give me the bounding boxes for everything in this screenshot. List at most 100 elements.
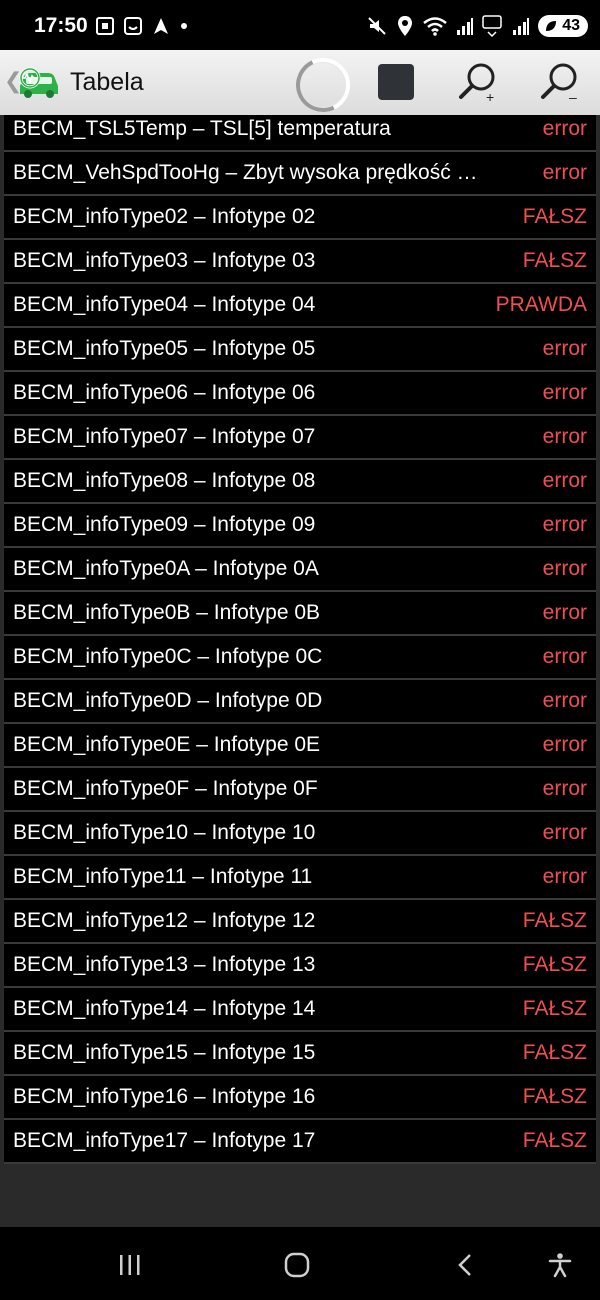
- table-row[interactable]: BECM_VehSpdTooHg – Zbyt wysoka prędkość …: [4, 152, 596, 196]
- row-value: error: [542, 601, 587, 624]
- location-icon: [398, 16, 413, 36]
- dot-icon: [181, 23, 187, 29]
- battery-level: 43: [562, 17, 580, 34]
- row-label: BECM_infoType17 – Infotype 17: [13, 1129, 316, 1152]
- mute-icon: [368, 17, 386, 35]
- zoom-out-icon[interactable]: –: [538, 60, 582, 104]
- table-row[interactable]: BECM_infoType14 – Infotype 14 FAŁSZ: [4, 988, 596, 1032]
- navigation-bar: [0, 1227, 600, 1300]
- row-value: error: [542, 865, 587, 888]
- table-row[interactable]: BECM_infoType04 – Infotype 04 PRAWDA: [4, 284, 596, 328]
- status-right-icons: 43: [366, 12, 588, 40]
- wifi-icon: [423, 17, 447, 36]
- row-value: error: [542, 689, 587, 712]
- recent-apps-icon[interactable]: [110, 1245, 150, 1285]
- table-row[interactable]: BECM_infoType15 – Infotype 15 FAŁSZ: [4, 1032, 596, 1076]
- row-value: error: [542, 381, 587, 404]
- row-value: error: [542, 117, 587, 140]
- table-row[interactable]: BECM_infoType16 – Infotype 16 FAŁSZ: [4, 1076, 596, 1120]
- app-bar: ❮ Tabela + –: [0, 50, 600, 120]
- row-label: BECM_TSL5Temp – TSL[5] temperatura: [13, 117, 391, 140]
- accessibility-icon[interactable]: [540, 1245, 580, 1285]
- table-row[interactable]: BECM_infoType03 – Infotype 03 FAŁSZ: [4, 240, 596, 284]
- row-label: BECM_infoType08 – Infotype 08: [13, 469, 316, 492]
- data-table-body: BECM_TSL5Temp – TSL[5] temperatura error B…: [0, 115, 600, 1164]
- 5g-icon: [482, 15, 502, 37]
- screenshot-icon: [96, 17, 114, 35]
- table-row[interactable]: BECM_infoType07 – Infotype 07 error: [4, 416, 596, 460]
- home-icon[interactable]: [277, 1245, 317, 1285]
- row-label: BECM_infoType13 – Infotype 13: [13, 953, 316, 976]
- row-label: BECM_infoType03 – Infotype 03: [13, 249, 316, 272]
- leaf-icon: [546, 21, 557, 31]
- row-value: FAŁSZ: [522, 1041, 587, 1064]
- row-label: BECM_infoType0B – Infotype 0B: [13, 601, 321, 624]
- battery-icon: 43: [538, 15, 588, 37]
- table-row[interactable]: BECM_infoType09 – Infotype 09 error: [4, 504, 596, 548]
- row-value: FAŁSZ: [522, 1129, 587, 1152]
- row-value: error: [542, 821, 587, 844]
- status-left-icons: [95, 14, 189, 38]
- table-row[interactable]: BECM_infoType11 – Infotype 11 error: [4, 856, 596, 900]
- row-value: FAŁSZ: [522, 997, 587, 1020]
- face-icon: [124, 17, 142, 35]
- row-label: BECM_infoType07 – Infotype 07: [13, 425, 316, 448]
- table-row[interactable]: BECM_infoType06 – Infotype 06 error: [4, 372, 596, 416]
- status-time: 17:50: [34, 14, 88, 37]
- table-row[interactable]: BECM_infoType0C – Infotype 0C error: [4, 636, 596, 680]
- table-row[interactable]: BECM_infoType02 – Infotype 02 FAŁSZ: [4, 196, 596, 240]
- status-bar: 17:50 43: [0, 0, 600, 50]
- row-label: BECM_infoType14 – Infotype 14: [13, 997, 316, 1020]
- row-value: error: [542, 513, 587, 536]
- row-label: BECM_infoType0A – Infotype 0A: [13, 557, 319, 580]
- table-row[interactable]: BECM_infoType0A – Infotype 0A error: [4, 548, 596, 592]
- row-label: BECM_infoType06 – Infotype 06: [13, 381, 316, 404]
- table-row[interactable]: BECM_infoType08 – Infotype 08 error: [4, 460, 596, 504]
- row-value: error: [542, 733, 587, 756]
- row-label: BECM_infoType16 – Infotype 16: [13, 1085, 316, 1108]
- data-table[interactable]: BECM_TSL5Temp – TSL[5] temperatura error B…: [0, 115, 600, 1227]
- table-row[interactable]: BECM_infoType05 – Infotype 05 error: [4, 328, 596, 372]
- back-icon[interactable]: [445, 1245, 485, 1285]
- app-logo-icon[interactable]: [14, 64, 66, 100]
- svg-text:–: –: [569, 89, 577, 104]
- row-value: error: [542, 161, 587, 184]
- row-label: BECM_infoType09 – Infotype 09: [13, 513, 316, 536]
- page-title: Tabela: [70, 68, 144, 96]
- row-value: error: [542, 425, 587, 448]
- row-value: PRAWDA: [495, 293, 587, 316]
- row-label: BECM_infoType0E – Infotype 0E: [13, 733, 321, 756]
- table-row[interactable]: BECM_infoType0D – Infotype 0D error: [4, 680, 596, 724]
- row-value: FAŁSZ: [522, 953, 587, 976]
- row-label: BECM_infoType0F – Infotype 0F: [13, 777, 318, 800]
- row-label: BECM_infoType02 – Infotype 02: [13, 205, 316, 228]
- row-value: FAŁSZ: [522, 1085, 587, 1108]
- signal-icon: [457, 18, 474, 35]
- row-label: BECM_infoType05 – Infotype 05: [13, 337, 316, 360]
- table-row[interactable]: BECM_infoType12 – Infotype 12 FAŁSZ: [4, 900, 596, 944]
- zoom-in-icon[interactable]: +: [456, 60, 500, 104]
- row-label: BECM_VehSpdTooHg – Zbyt wysoka prędkość …: [13, 161, 478, 184]
- row-value: error: [542, 777, 587, 800]
- row-label: BECM_infoType12 – Infotype 12: [13, 909, 316, 932]
- row-label: BECM_infoType04 – Infotype 04: [13, 293, 316, 316]
- signal-icon-2: [513, 18, 530, 35]
- navigation-icon: [154, 18, 168, 34]
- loading-spinner-arc: [288, 50, 358, 120]
- svg-text:+: +: [486, 89, 494, 104]
- row-label: BECM_infoType15 – Infotype 15: [13, 1041, 316, 1064]
- row-value: FAŁSZ: [522, 909, 587, 932]
- table-row[interactable]: BECM_infoType0E – Infotype 0E error: [4, 724, 596, 768]
- row-label: BECM_infoType11 – Infotype 11: [13, 865, 313, 888]
- table-row[interactable]: BECM_TSL5Temp – TSL[5] temperatura error: [4, 115, 596, 152]
- row-value: error: [542, 337, 587, 360]
- table-row[interactable]: BECM_infoType0F – Infotype 0F error: [4, 768, 596, 812]
- row-value: error: [542, 557, 587, 580]
- row-label: BECM_infoType0C – Infotype 0C: [13, 645, 323, 668]
- table-row[interactable]: BECM_infoType0B – Infotype 0B error: [4, 592, 596, 636]
- table-row[interactable]: BECM_infoType13 – Infotype 13 FAŁSZ: [4, 944, 596, 988]
- row-value: FAŁSZ: [522, 249, 587, 272]
- stop-button[interactable]: [378, 64, 414, 100]
- table-row[interactable]: BECM_infoType10 – Infotype 10 error: [4, 812, 596, 856]
- table-row[interactable]: BECM_infoType17 – Infotype 17 FAŁSZ: [4, 1120, 596, 1164]
